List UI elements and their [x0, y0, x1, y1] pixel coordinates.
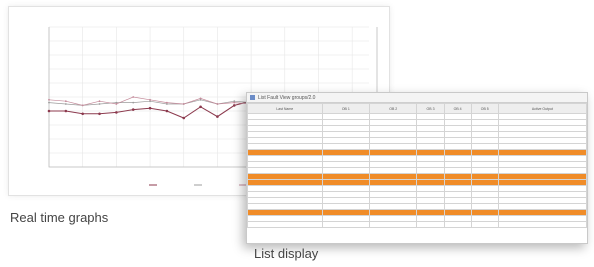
data-point [199, 97, 202, 100]
table-cell [470, 221, 499, 228]
table-cell [369, 221, 418, 228]
data-point [64, 109, 68, 113]
data-point [115, 111, 118, 114]
data-point [199, 105, 202, 109]
data-point [64, 100, 67, 103]
fault-list-table: Last Name OB 1 OB 2 OB 3 OB 4 OB 5 Active Outp… [247, 103, 587, 228]
data-point [233, 101, 236, 104]
data-point [48, 101, 50, 104]
table-cell [443, 221, 472, 228]
data-point [47, 109, 51, 113]
table-header-row: Last Name OB 1 OB 2 OB 3 OB 4 OB 5 Active Outp… [247, 103, 587, 114]
table-row[interactable] [247, 221, 587, 228]
table-body [247, 113, 587, 228]
list-window-titlebar: List Fault View groups/2.0 [247, 93, 587, 103]
data-point [232, 104, 236, 107]
window-icon [250, 95, 255, 100]
data-point [216, 103, 219, 105]
caption-real-time-graphs: Real time graphs [10, 210, 109, 225]
column-header[interactable]: OB 5 [470, 103, 499, 114]
data-point [115, 103, 118, 105]
table-cell [247, 221, 323, 228]
data-point [98, 100, 101, 103]
data-point [132, 101, 135, 104]
data-point [182, 116, 186, 120]
data-point [149, 98, 151, 101]
data-point [182, 103, 185, 105]
table-cell [416, 221, 445, 228]
table-cell [497, 221, 587, 228]
data-point [98, 103, 101, 105]
column-header[interactable]: OB 3 [416, 103, 445, 114]
data-point [165, 101, 168, 104]
column-header[interactable]: OB 1 [321, 103, 371, 114]
column-header[interactable]: Active Output [497, 103, 587, 114]
data-point [148, 106, 152, 110]
table-cell [321, 221, 371, 228]
data-point [81, 112, 84, 116]
list-display-window: List Fault View groups/2.0 Last Name OB 1… [246, 92, 588, 244]
column-header[interactable]: OB 2 [369, 103, 418, 114]
column-header[interactable]: OB 4 [443, 103, 472, 114]
column-header[interactable]: Last Name [247, 103, 323, 114]
list-window-title: List Fault View groups/2.0 [258, 94, 316, 101]
data-point [98, 112, 101, 116]
caption-list-display: List display [254, 246, 319, 261]
data-point [48, 98, 50, 101]
data-point [131, 108, 135, 111]
data-point [81, 104, 84, 107]
data-point [165, 109, 169, 113]
data-point [216, 115, 219, 118]
data-point [64, 103, 67, 105]
data-point [132, 96, 135, 98]
